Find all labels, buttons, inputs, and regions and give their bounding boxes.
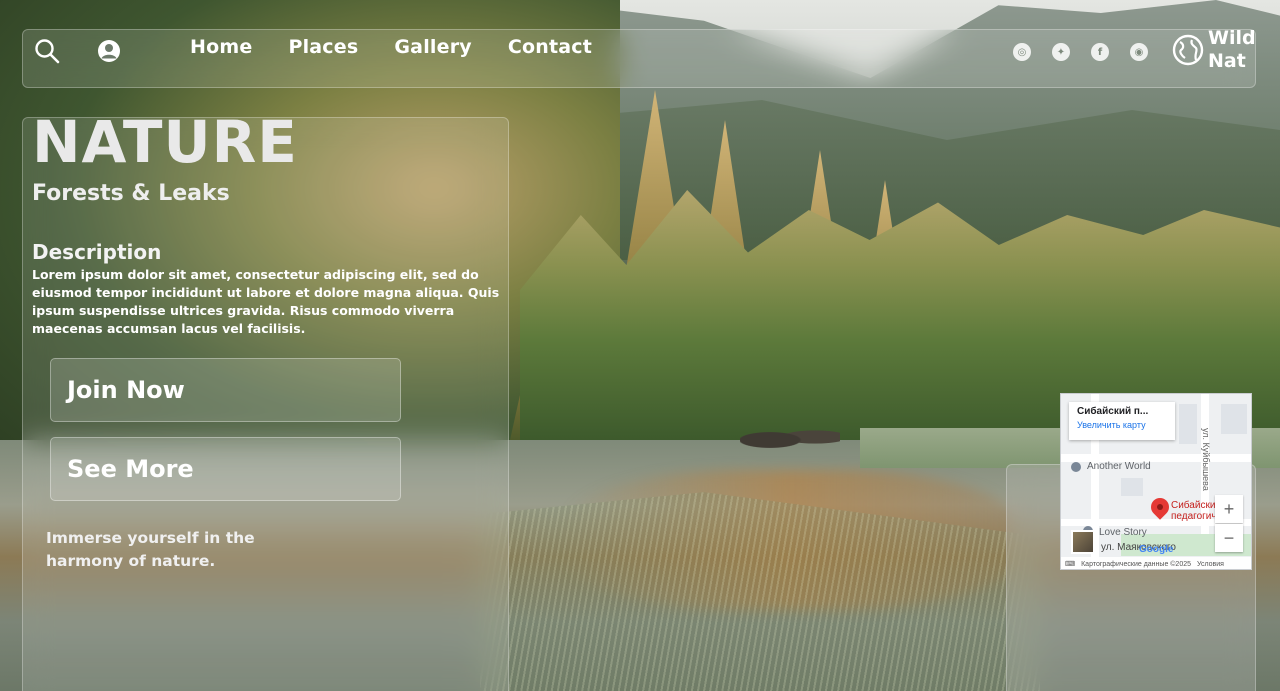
google-logo: Google [1139,544,1174,555]
main-nav: Home Places Gallery Contact [190,36,592,58]
map-footer: ⌨ Картографические данные ©2025 Условия [1061,557,1251,569]
street-label-vertical: ул. Куйбышева [1201,428,1211,491]
poi-love-story[interactable]: Love Story [1099,527,1147,538]
globe-icon [1172,34,1204,66]
nav-gallery[interactable]: Gallery [394,36,471,58]
facebook-icon[interactable]: f [1091,43,1109,61]
see-more-button[interactable]: See More [50,437,401,501]
tagline: Immerse yourself in the harmony of natur… [46,529,255,570]
instagram-icon[interactable]: ◉ [1130,43,1148,61]
poi-another-world[interactable]: Another World [1087,461,1151,472]
brand-line-1: Wild [1208,27,1256,49]
map-terms-link[interactable]: Условия [1197,561,1224,568]
map-data-credit: Картографические данные ©2025 [1081,560,1192,568]
map-building [1121,478,1143,496]
twitter-icon[interactable]: ✦ [1052,43,1070,61]
description-text: Lorem ipsum dolor sit amet, consectetur … [32,267,500,336]
page-subtitle: Forests & Leaks [32,181,230,206]
description-heading: Description [32,240,162,264]
embedded-map[interactable]: Сибайский п... Увеличить карту Another W… [1060,393,1252,570]
poi-marker-icon[interactable] [1071,462,1081,472]
map-place-title: Сибайский п... [1077,406,1149,417]
location-pin-icon[interactable] [1147,494,1173,520]
whatsapp-icon[interactable]: ◎ [1013,43,1031,61]
nav-contact[interactable]: Contact [508,36,592,58]
street-view-thumbnail[interactable] [1071,530,1095,554]
map-building [1179,404,1197,444]
user-icon[interactable] [96,38,122,64]
page-title: NATURE [32,108,298,176]
join-now-button[interactable]: Join Now [50,358,401,422]
keyboard-icon[interactable]: ⌨ [1065,560,1075,568]
brand-logo[interactable]: Wild Nat [1208,27,1256,73]
enlarge-map-link[interactable]: Увеличить карту [1077,420,1167,430]
search-icon[interactable] [34,38,60,64]
map-building [1221,404,1247,434]
rocks [740,422,840,452]
zoom-out-button[interactable]: − [1215,524,1243,552]
brand-line-2: Nat [1208,50,1246,72]
nav-home[interactable]: Home [190,36,252,58]
zoom-in-button[interactable]: + [1215,495,1243,523]
map-place-card: Сибайский п... Увеличить карту [1069,402,1175,440]
nav-places[interactable]: Places [288,36,358,58]
